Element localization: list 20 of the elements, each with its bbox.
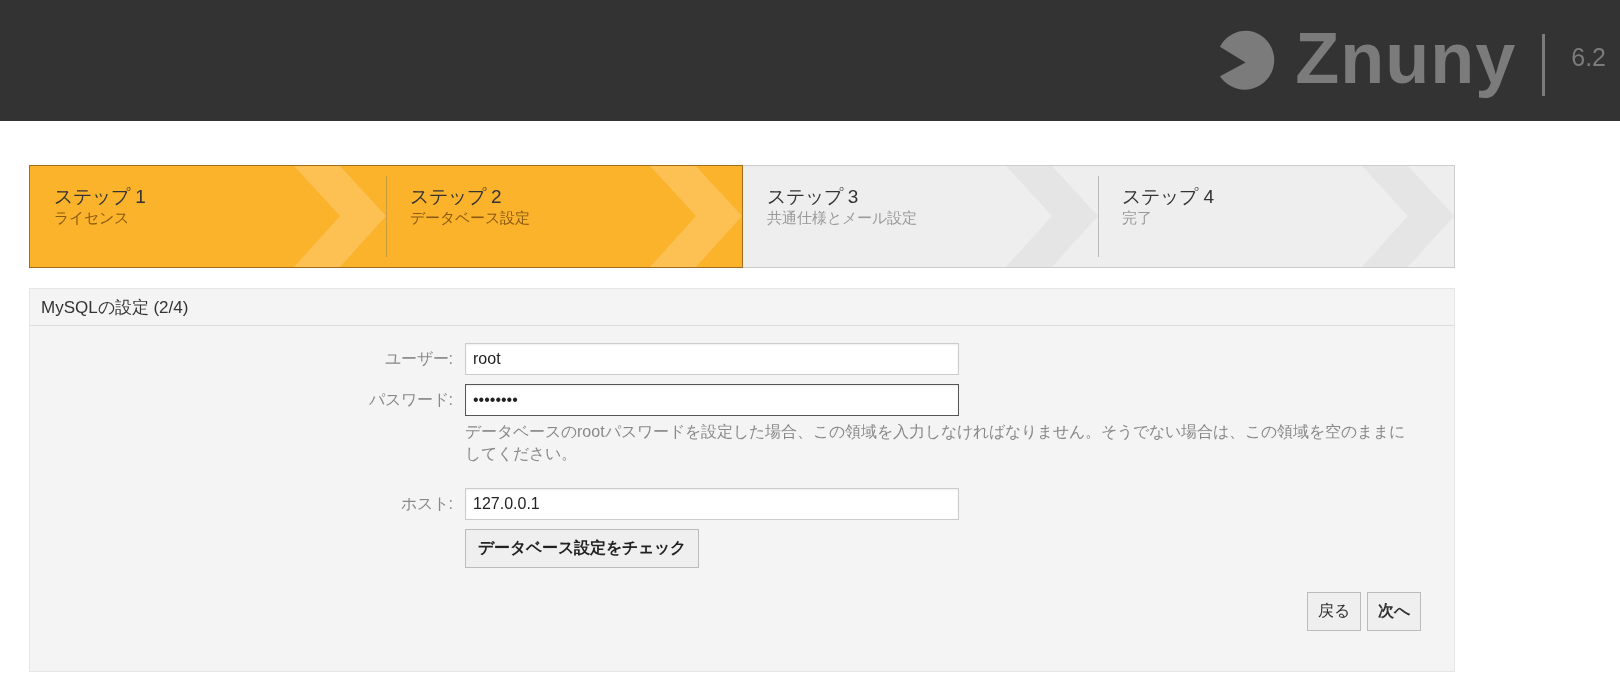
- step-subtitle: 完了: [1122, 208, 1154, 227]
- field-label: ユーザー:: [383, 349, 453, 369]
- help-text: データベースのrootパスワードを設定した場合、この領域を入力しなければなりません。そうでない場合は、この領域を空のままにしてください。: [465, 422, 1406, 464]
- panel-title: MySQLの設定 (2/4): [41, 296, 189, 319]
- step-subtitle: データベース設定: [409, 208, 531, 227]
- back-button[interactable]: 戻る: [1307, 592, 1361, 631]
- step-subtitle: 共通仕様とメール設定: [766, 208, 918, 227]
- input-field[interactable]: root: [465, 343, 959, 375]
- field-label: パスワード:: [367, 390, 453, 410]
- input-field[interactable]: ••••••••: [465, 384, 959, 416]
- step-subtitle: ライセンス: [54, 208, 130, 227]
- version-label: 6.2: [1571, 42, 1606, 72]
- step-title: ステップ 3: [766, 186, 860, 208]
- next-button[interactable]: 次へ: [1367, 592, 1421, 631]
- field-label: ホスト:: [399, 494, 453, 514]
- check-database-button[interactable]: データベース設定をチェック: [465, 529, 699, 568]
- input-field[interactable]: 127.0.0.1: [465, 488, 959, 520]
- step-title: ステップ 1: [54, 186, 147, 208]
- step-title: ステップ 4: [1122, 186, 1216, 208]
- step-title: ステップ 2: [409, 186, 503, 208]
